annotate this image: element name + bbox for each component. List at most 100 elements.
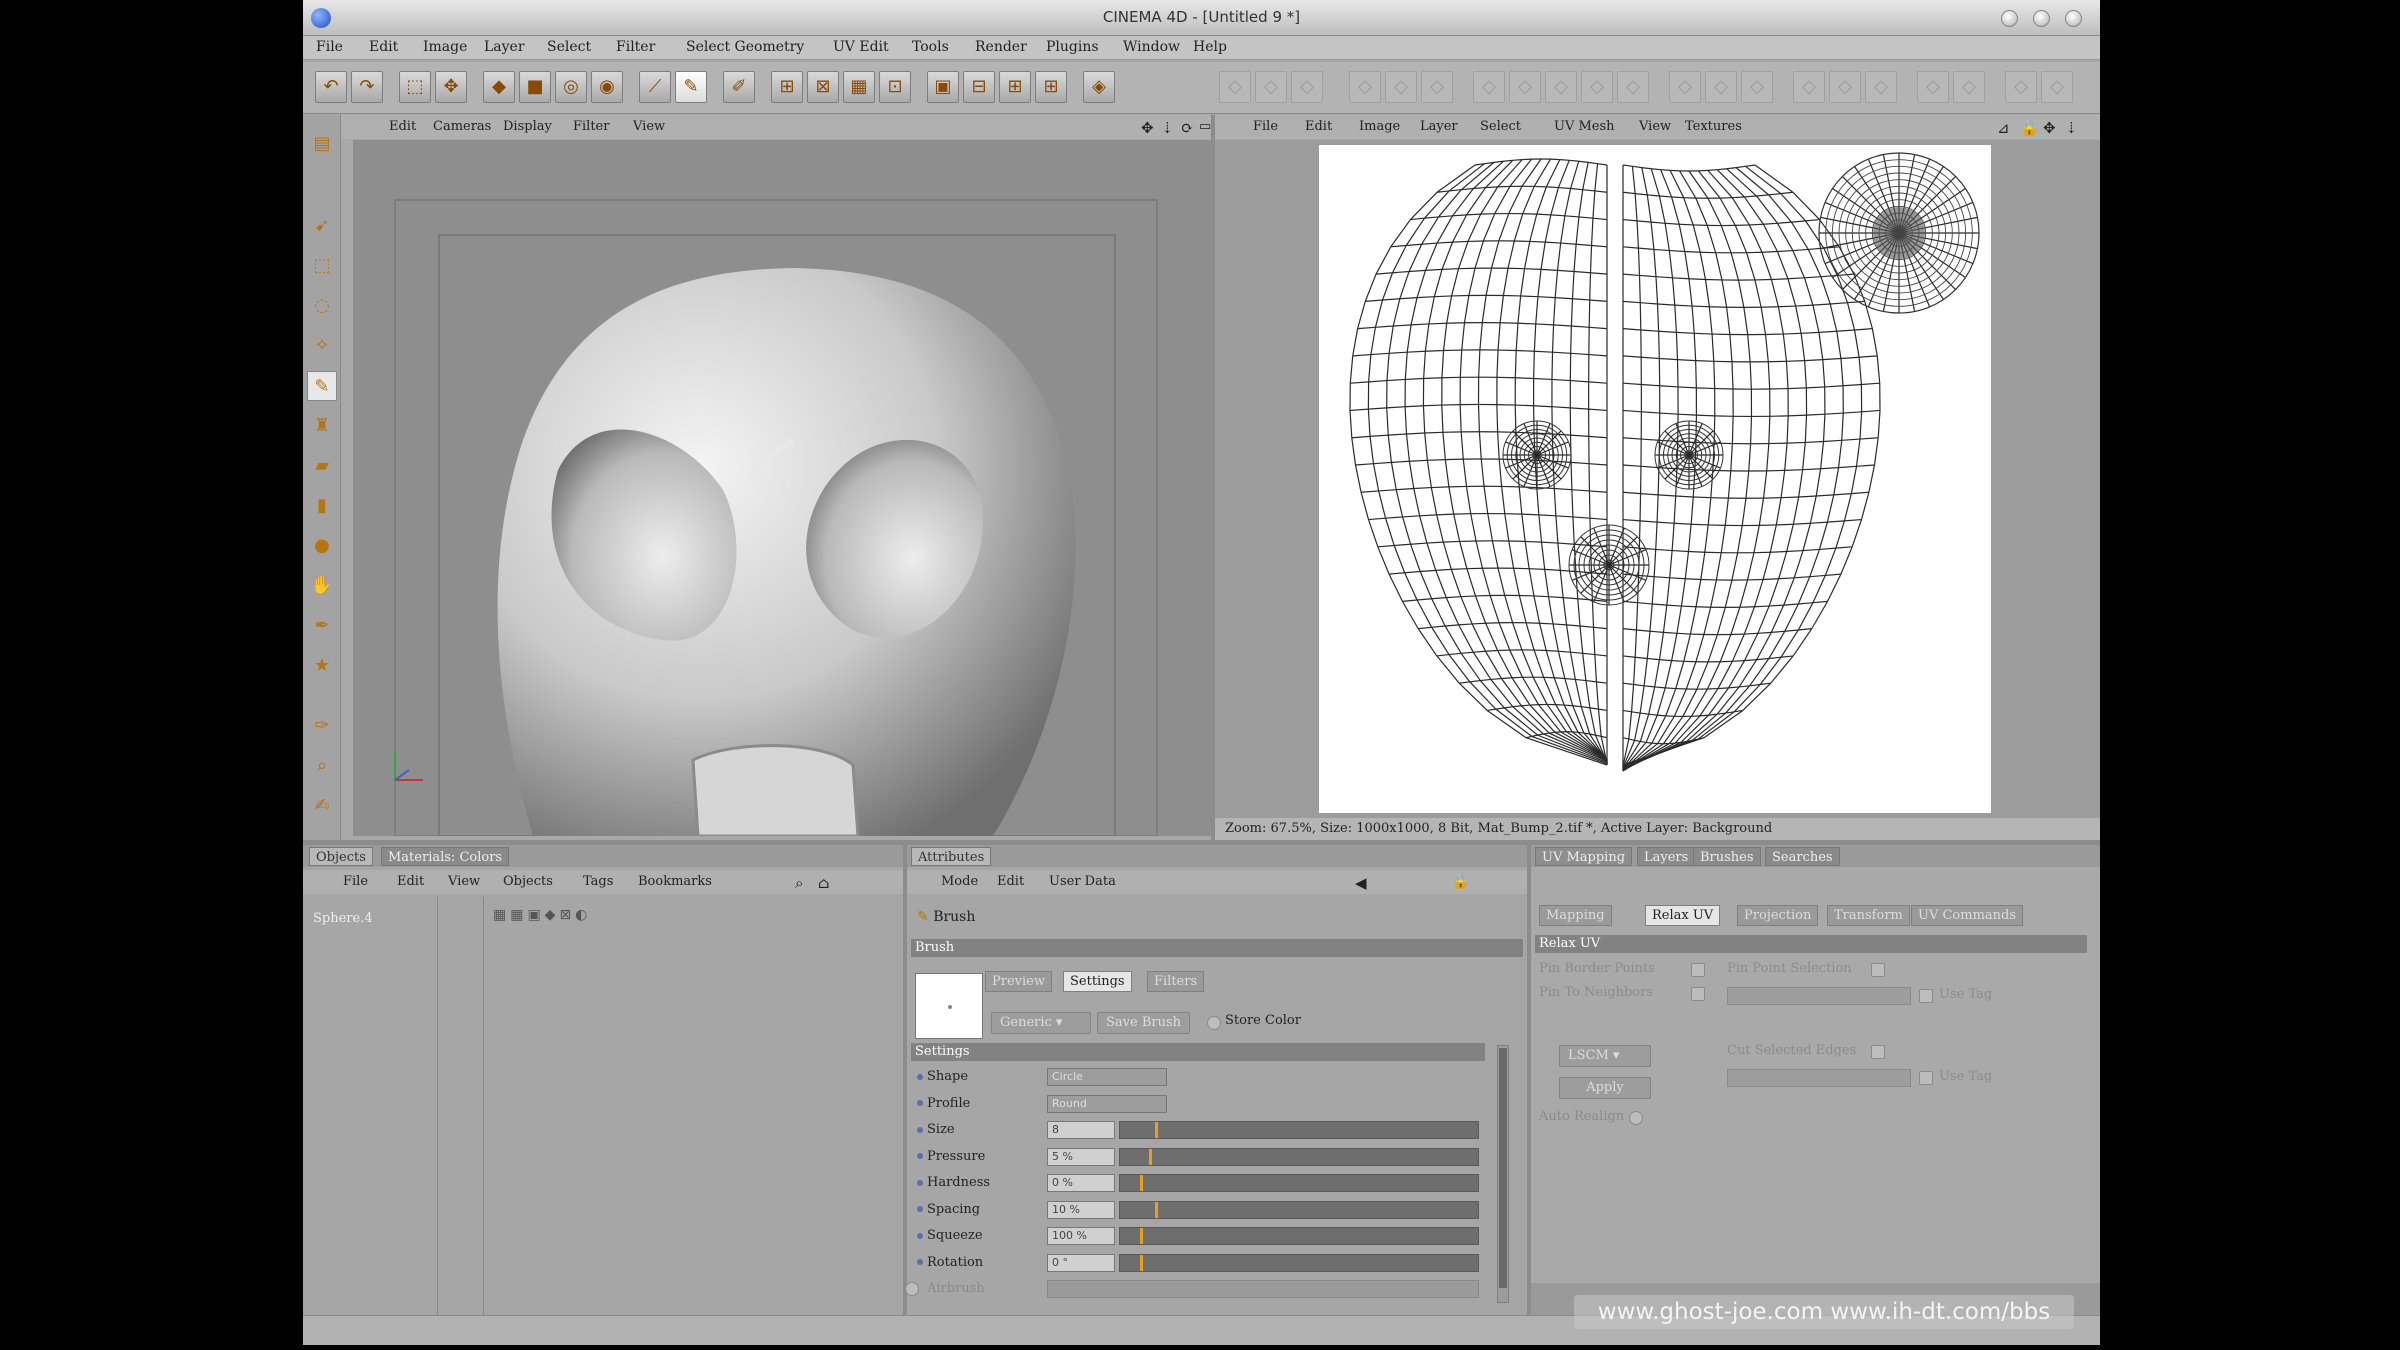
- subtab-mapping[interactable]: Mapping: [1539, 905, 1612, 926]
- zoom-icon[interactable]: ⌕: [307, 751, 337, 781]
- pin-neighbors-checkbox[interactable]: [1691, 987, 1705, 1001]
- uv-tool-21-icon[interactable]: ◇: [2041, 71, 2073, 103]
- viewport-move-icon[interactable]: ✥: [1141, 119, 1154, 137]
- close-button[interactable]: [2065, 10, 2082, 27]
- relax-method-dropdown[interactable]: LSCM ▾: [1559, 1045, 1651, 1067]
- attributes-scrollbar[interactable]: [1497, 1045, 1509, 1303]
- uv-tool-19-icon[interactable]: ◇: [1953, 71, 1985, 103]
- brush-tool-icon[interactable]: ✎: [675, 71, 707, 103]
- tab-searches[interactable]: Searches: [1765, 847, 1840, 866]
- minimize-button[interactable]: [2001, 10, 2018, 27]
- dodge-icon[interactable]: ●: [307, 531, 337, 561]
- bodypaint-move-icon[interactable]: ✥: [2043, 119, 2056, 137]
- param-dot-icon[interactable]: [917, 1073, 923, 1080]
- param-dot-icon[interactable]: [917, 1179, 923, 1186]
- bodypaint-menu-layer[interactable]: Layer: [1420, 119, 1458, 134]
- uv-tool-6-icon[interactable]: ◇: [1421, 71, 1453, 103]
- viewport-maximize-icon[interactable]: ▭: [1199, 119, 1211, 134]
- object-sphere[interactable]: Sphere.4: [313, 911, 373, 926]
- objects-menu-tags[interactable]: Tags: [583, 874, 613, 889]
- objects-menu-bookmarks[interactable]: Bookmarks: [638, 874, 712, 889]
- menu-filter[interactable]: Filter: [616, 39, 655, 55]
- objects-menu-objects[interactable]: Objects: [503, 874, 553, 889]
- rectangle-select-icon[interactable]: ⬚: [307, 251, 337, 281]
- pen-icon[interactable]: ✒: [307, 611, 337, 641]
- lasso-icon[interactable]: ◌: [307, 291, 337, 321]
- uv-tool-17-icon[interactable]: ◇: [1865, 71, 1897, 103]
- scale-icon[interactable]: ◆: [483, 71, 515, 103]
- move-icon[interactable]: ✥: [435, 71, 467, 103]
- slider-knob[interactable]: [1155, 1201, 1159, 1218]
- select-arrow-icon[interactable]: ➹: [307, 211, 337, 241]
- pin-border-checkbox[interactable]: [1691, 963, 1705, 977]
- menu-tools[interactable]: Tools: [912, 39, 949, 55]
- uv-tool-8-icon[interactable]: ◇: [1509, 71, 1541, 103]
- slider-knob[interactable]: [1139, 1175, 1143, 1191]
- attributes-menu-edit[interactable]: Edit: [997, 874, 1024, 889]
- viewport-menu-cameras[interactable]: Cameras: [433, 119, 491, 134]
- uv-tool-20-icon[interactable]: ◇: [2005, 71, 2037, 103]
- bodypaint-menu-image[interactable]: Image: [1359, 119, 1400, 134]
- bodypaint-menu-file[interactable]: File: [1253, 119, 1278, 134]
- param-size-slider[interactable]: [1119, 1121, 1479, 1139]
- home-icon[interactable]: ⌂: [818, 874, 829, 892]
- cut-edges-field[interactable]: [1727, 1069, 1911, 1087]
- uv-tool-18-icon[interactable]: ◇: [1917, 71, 1949, 103]
- tab-layers[interactable]: Layers: [1637, 847, 1696, 866]
- menu-select-geometry[interactable]: Select Geometry: [686, 39, 804, 55]
- subtab-uv-commands[interactable]: UV Commands: [1911, 905, 2024, 926]
- pin-selection-field[interactable]: [1727, 987, 1911, 1005]
- subtab-preview[interactable]: Preview: [985, 971, 1052, 992]
- uv-tool-10-icon[interactable]: ◇: [1581, 71, 1613, 103]
- param-dot-icon[interactable]: [917, 1206, 923, 1212]
- save-brush-button[interactable]: Save Brush: [1097, 1012, 1191, 1034]
- param-squeeze-field[interactable]: 100 %: [1047, 1227, 1115, 1245]
- edges-mode-icon[interactable]: ⊠: [807, 71, 839, 103]
- brush-preset-dropdown[interactable]: Generic ▾: [991, 1012, 1091, 1034]
- lock-icon[interactable]: 🔒: [1452, 874, 1469, 890]
- uv-tool-16-icon[interactable]: ◇: [1829, 71, 1861, 103]
- subtab-filters[interactable]: Filters: [1147, 971, 1205, 992]
- uv-tool-7-icon[interactable]: ◇: [1473, 71, 1505, 103]
- hand-icon[interactable]: ✍: [307, 791, 337, 821]
- attributes-scrollbar-thumb[interactable]: [1499, 1048, 1507, 1288]
- tab-brushes[interactable]: Brushes: [1693, 847, 1761, 866]
- smudge-icon[interactable]: ✋: [307, 571, 337, 601]
- uv-tool-5-icon[interactable]: ◇: [1385, 71, 1417, 103]
- subtab-relax-uv[interactable]: Relax UV: [1645, 905, 1721, 926]
- menu-window[interactable]: Window: [1123, 39, 1180, 55]
- back-arrow-icon[interactable]: ◀: [1355, 874, 1367, 892]
- param-dot-icon[interactable]: [917, 1259, 923, 1265]
- bodypaint-menu-textures[interactable]: Textures: [1685, 119, 1742, 134]
- shape-icon[interactable]: ★: [307, 651, 337, 681]
- uv-tool-3-icon[interactable]: ◇: [1291, 71, 1323, 103]
- uv-polygons-icon[interactable]: ▣: [927, 71, 959, 103]
- tab-materials-colors[interactable]: Materials: Colors: [381, 847, 510, 866]
- attributes-menu-mode[interactable]: Mode: [941, 874, 978, 889]
- menu-file[interactable]: File: [316, 39, 343, 55]
- uv-tool-11-icon[interactable]: ◇: [1617, 71, 1649, 103]
- menu-select[interactable]: Select: [547, 39, 591, 55]
- cut-edges-checkbox[interactable]: [1871, 1045, 1885, 1059]
- param-hardness-field[interactable]: 0 %: [1047, 1174, 1115, 1192]
- slider-knob[interactable]: [1139, 1228, 1143, 1244]
- bodypaint-zoom-icon[interactable]: ⇣: [2065, 119, 2078, 137]
- uv-edges-icon[interactable]: ⊟: [963, 71, 995, 103]
- tab-objects[interactable]: Objects: [309, 847, 373, 866]
- menu-help[interactable]: Help: [1193, 39, 1227, 55]
- y-axis-icon[interactable]: ◉: [591, 71, 623, 103]
- menu-uv-edit[interactable]: UV Edit: [833, 39, 889, 55]
- color-picker-icon[interactable]: ✑: [307, 711, 337, 741]
- bodypaint-menu-edit[interactable]: Edit: [1305, 119, 1332, 134]
- slider-knob[interactable]: [1139, 1254, 1143, 1271]
- menu-edit[interactable]: Edit: [369, 39, 398, 55]
- param-squeeze-slider[interactable]: [1119, 1227, 1479, 1245]
- uv-tool-14-icon[interactable]: ◇: [1741, 71, 1773, 103]
- param-dot-icon[interactable]: [917, 1232, 923, 1239]
- airbrush-checkbox[interactable]: [905, 1282, 919, 1296]
- param-hardness-slider[interactable]: [1119, 1174, 1479, 1192]
- param-dot-icon[interactable]: [917, 1100, 923, 1106]
- menu-plugins[interactable]: Plugins: [1046, 39, 1099, 55]
- uv-tool-2-icon[interactable]: ◇: [1255, 71, 1287, 103]
- apply-button[interactable]: Apply: [1559, 1077, 1651, 1099]
